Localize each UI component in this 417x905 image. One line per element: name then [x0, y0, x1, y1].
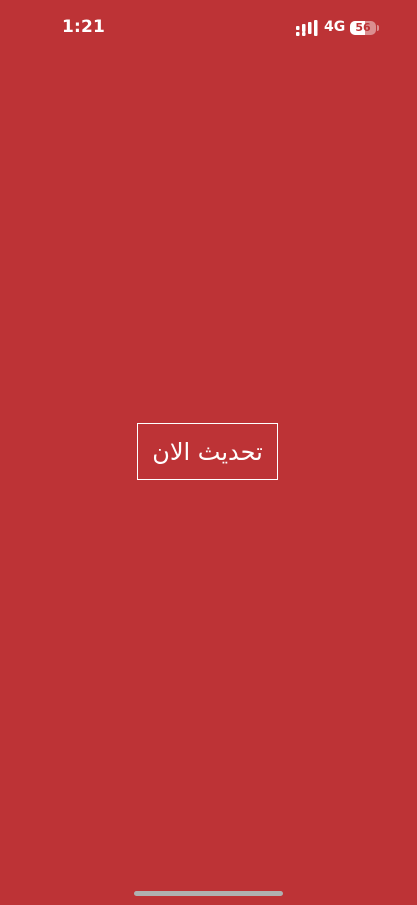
battery-level-text: 56 [355, 21, 371, 34]
cellular-signal-icon [296, 20, 318, 36]
battery-icon: 56 [350, 21, 376, 35]
status-time: 1:21 [62, 17, 106, 37]
battery-cap [377, 25, 379, 31]
status-bar: 1:21 4G 56 [0, 0, 417, 56]
home-indicator[interactable] [134, 891, 283, 896]
network-type-label: 4G [324, 19, 346, 35]
refresh-now-button[interactable]: تحديث الان [137, 423, 278, 480]
